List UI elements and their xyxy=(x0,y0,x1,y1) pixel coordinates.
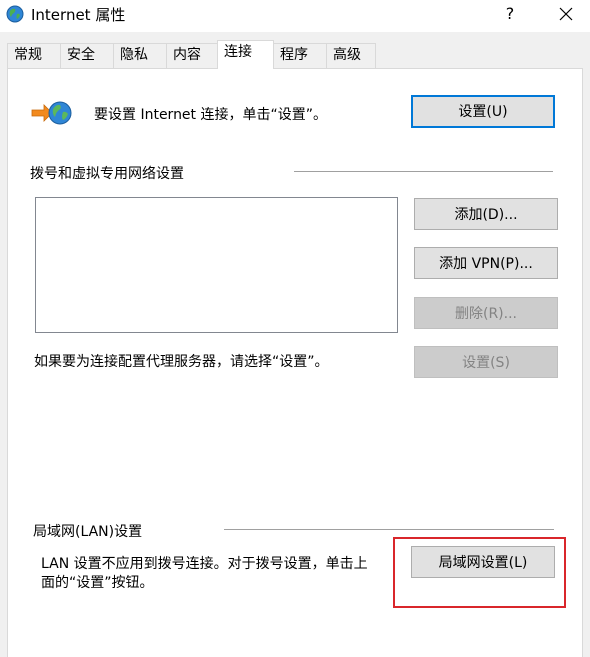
setup-text: 要设置 Internet 连接，单击“设置”。 xyxy=(94,107,327,123)
remove-button[interactable]: 删除(R)... xyxy=(414,297,558,329)
tab-general[interactable]: 常规 xyxy=(7,43,61,68)
tab-advanced[interactable]: 高级 xyxy=(326,43,376,68)
network-setup-icon xyxy=(31,101,72,125)
tab-security[interactable]: 安全 xyxy=(60,43,114,68)
add-vpn-button[interactable]: 添加 VPN(P)... xyxy=(414,247,558,279)
help-button[interactable]: ? xyxy=(496,0,524,28)
tab-connections[interactable]: 连接 xyxy=(217,40,274,69)
proxy-text: 如果要为连接配置代理服务器，请选择“设置”。 xyxy=(34,354,329,370)
lan-description-line2: 面的“设置”按钮。 xyxy=(41,575,154,591)
title-bar: Internet 属性 ? xyxy=(0,0,590,32)
dialup-heading: 拨号和虚拟专用网络设置 xyxy=(30,166,184,182)
connections-list[interactable] xyxy=(35,197,398,333)
tab-content[interactable]: 内容 xyxy=(166,43,218,68)
close-icon[interactable] xyxy=(552,0,580,28)
lan-divider xyxy=(224,529,554,530)
lan-description-line1: LAN 设置不应用到拨号连接。对于拨号设置，单击上 xyxy=(41,556,368,572)
globe-icon xyxy=(6,5,24,23)
add-button[interactable]: 添加(D)... xyxy=(414,198,558,230)
internet-properties-dialog: Internet 属性 ? 常规 安全 隐私 内容 连接 程序 高级 要设置 I… xyxy=(0,0,590,657)
lan-heading: 局域网(LAN)设置 xyxy=(33,524,143,540)
setup-button[interactable]: 设置(U) xyxy=(411,95,555,128)
tab-programs[interactable]: 程序 xyxy=(273,43,327,68)
lan-settings-button[interactable]: 局域网设置(L) xyxy=(411,546,555,578)
dialup-settings-button[interactable]: 设置(S) xyxy=(414,346,558,378)
dialup-divider xyxy=(294,171,553,172)
tab-privacy[interactable]: 隐私 xyxy=(113,43,167,68)
window-title: Internet 属性 xyxy=(31,6,126,24)
connections-panel: 要设置 Internet 连接，单击“设置”。 设置(U) 拨号和虚拟专用网络设… xyxy=(7,68,583,657)
